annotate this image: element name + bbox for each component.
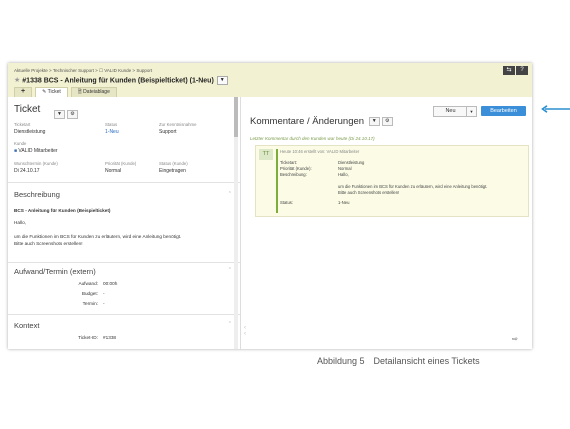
chevron-down-icon[interactable]: ▼ xyxy=(368,116,380,126)
change-key: Ticketart: xyxy=(280,160,298,165)
change-key: Priorität (Kunde): xyxy=(280,166,312,171)
gear-icon[interactable]: ⚙ xyxy=(67,110,78,120)
field-label: Zur Kenntnisnahme xyxy=(159,122,197,127)
help-icon[interactable]: ? xyxy=(516,66,528,75)
field-label: Status xyxy=(105,122,118,127)
field-value: 00:00h xyxy=(103,281,118,286)
ticket-title-text: #1338 BCS - Anleitung für Kunden (Beispi… xyxy=(22,77,214,85)
field-label: Priorität (Kunde) xyxy=(105,161,137,166)
field-label: Status (Kunde) xyxy=(159,161,188,166)
latest-comment-note: Letzter Kommentar durch den Kunden war h… xyxy=(250,136,375,141)
section-kontext: Kontext ⌃ Ticket-ID: #1338 xyxy=(8,314,240,349)
change-key: Status: xyxy=(280,200,294,205)
description-text: Bitte auch Screenshots erstellen! xyxy=(14,241,83,246)
chevron-up-icon[interactable]: ⌃ xyxy=(228,191,232,197)
gear-icon[interactable]: ⚙ xyxy=(381,116,393,126)
section-aufwand: Aufwand/Termin (extern) ⌃ Aufwand: 00:00… xyxy=(8,262,240,315)
change-value: um die Funktionen im BCS für Kunden zu e… xyxy=(338,184,488,189)
field-label: Ticketart xyxy=(14,122,31,127)
comment-meta: Heute 10:46 erstellt von: VALID Mitarbei… xyxy=(280,149,360,154)
field-value: Eingetragen xyxy=(159,168,186,174)
export-icon[interactable]: ⇨ xyxy=(512,335,518,343)
scrollbar[interactable] xyxy=(234,97,238,349)
figure-caption: Abbildung 5 Detailansicht eines Tickets xyxy=(317,356,489,366)
app-screenshot: Aktuelle Projekte > Technischer Support … xyxy=(8,63,532,349)
change-value: Hallo, xyxy=(338,172,349,177)
field-label: Ticket-ID: xyxy=(78,335,98,340)
panel-tools: ▼ ⚙ xyxy=(52,106,78,124)
chevron-up-icon[interactable]: ⌃ xyxy=(228,321,232,327)
scrollbar-thumb[interactable] xyxy=(234,97,238,137)
status-link[interactable]: 1-Neu xyxy=(338,200,349,205)
field-value: Dienstleistung xyxy=(14,129,46,135)
description-text: Hallo, xyxy=(14,220,26,225)
status-link[interactable]: 1-Neu xyxy=(105,129,119,135)
avatar: TT xyxy=(259,149,273,160)
refresh-icon[interactable]: ⇆ xyxy=(503,66,515,75)
comments-title: Kommentare / Änderungen ▼ ⚙ xyxy=(250,116,393,127)
section-heading[interactable]: Kontext xyxy=(14,321,39,330)
section-heading[interactable]: Beschreibung xyxy=(14,190,60,199)
ticket-header: Aktuelle Projekte > Technischer Support … xyxy=(8,63,532,97)
comments-title-text: Kommentare / Änderungen xyxy=(250,116,365,127)
corner-buttons: ⇆ ? xyxy=(502,66,528,75)
field-label: Termin: xyxy=(82,301,98,306)
field-label: Kunde xyxy=(14,141,27,146)
field-value: #1338 xyxy=(103,335,117,340)
chevron-down-icon[interactable]: ▼ xyxy=(466,106,477,117)
caption-text: Detailansicht eines Tickets xyxy=(373,356,480,366)
star-icon[interactable]: ★ xyxy=(14,77,20,84)
comment-entry: TT Heute 10:46 erstellt von: VALID Mitar… xyxy=(255,145,529,217)
change-value: Normal xyxy=(338,166,352,171)
field-label: Wunschtermin (Kunde) xyxy=(14,161,58,166)
ticket-panel: Ticket ▼ ⚙ Ticketart Dienstleistung Statu… xyxy=(8,97,241,349)
tab-add[interactable]: + xyxy=(14,87,33,97)
panel-title: Ticket xyxy=(14,104,41,115)
change-value: Dienstleistung xyxy=(338,160,365,165)
field-value: - xyxy=(103,291,105,296)
tab-ticket[interactable]: ✎ Ticket xyxy=(35,87,68,97)
tab-dateiablage-label: Dateiablage xyxy=(83,89,110,95)
breadcrumb[interactable]: Aktuelle Projekte > Technischer Support … xyxy=(14,68,152,74)
ticket-title: ★ #1338 BCS - Anleitung für Kunden (Beisp… xyxy=(14,76,228,85)
comment-bar xyxy=(276,149,278,213)
new-button[interactable]: Neu xyxy=(433,106,468,117)
field-value: Support xyxy=(159,129,177,135)
customer-name: VALID Mitarbeiter xyxy=(18,148,58,154)
tab-ticket-label: Ticket xyxy=(47,89,61,95)
field-label: Aufwand: xyxy=(78,281,98,286)
collapse-panel-icon[interactable]: ‹ ‹ xyxy=(244,325,246,337)
customer[interactable]: ■ VALID Mitarbeiter xyxy=(14,148,58,154)
chevron-down-icon[interactable]: ▼ xyxy=(54,110,65,120)
field-value: Di 24.10.17 xyxy=(14,168,40,174)
chevron-up-icon[interactable]: ⌃ xyxy=(228,267,232,273)
tab-dateiablage[interactable]: 🗎 Dateiablage xyxy=(70,87,117,97)
section-beschreibung: Beschreibung ⌃ BCS - Anleitung für Kunde… xyxy=(8,182,240,263)
edit-button[interactable]: Bearbeiten xyxy=(481,106,526,116)
tab-bar: + ✎ Ticket 🗎 Dateiablage xyxy=(14,87,117,97)
description-title: BCS - Anleitung für Kunden (Beispieltick… xyxy=(14,208,111,213)
field-value: Normal xyxy=(105,168,122,174)
field-label: Budget: xyxy=(81,291,98,296)
chevron-down-icon[interactable]: ▼ xyxy=(216,76,228,85)
caption-number: Abbildung 5 xyxy=(317,356,365,366)
change-key: Beschreibung: xyxy=(280,172,307,177)
section-heading[interactable]: Aufwand/Termin (extern) xyxy=(14,267,96,276)
field-value: - xyxy=(103,301,105,306)
pointer-arrow-icon xyxy=(541,105,570,113)
description-text: um die Funktionen im BCS für Kunden zu e… xyxy=(14,234,182,239)
change-value: Bitte auch Screenshots erstellen! xyxy=(338,190,400,195)
